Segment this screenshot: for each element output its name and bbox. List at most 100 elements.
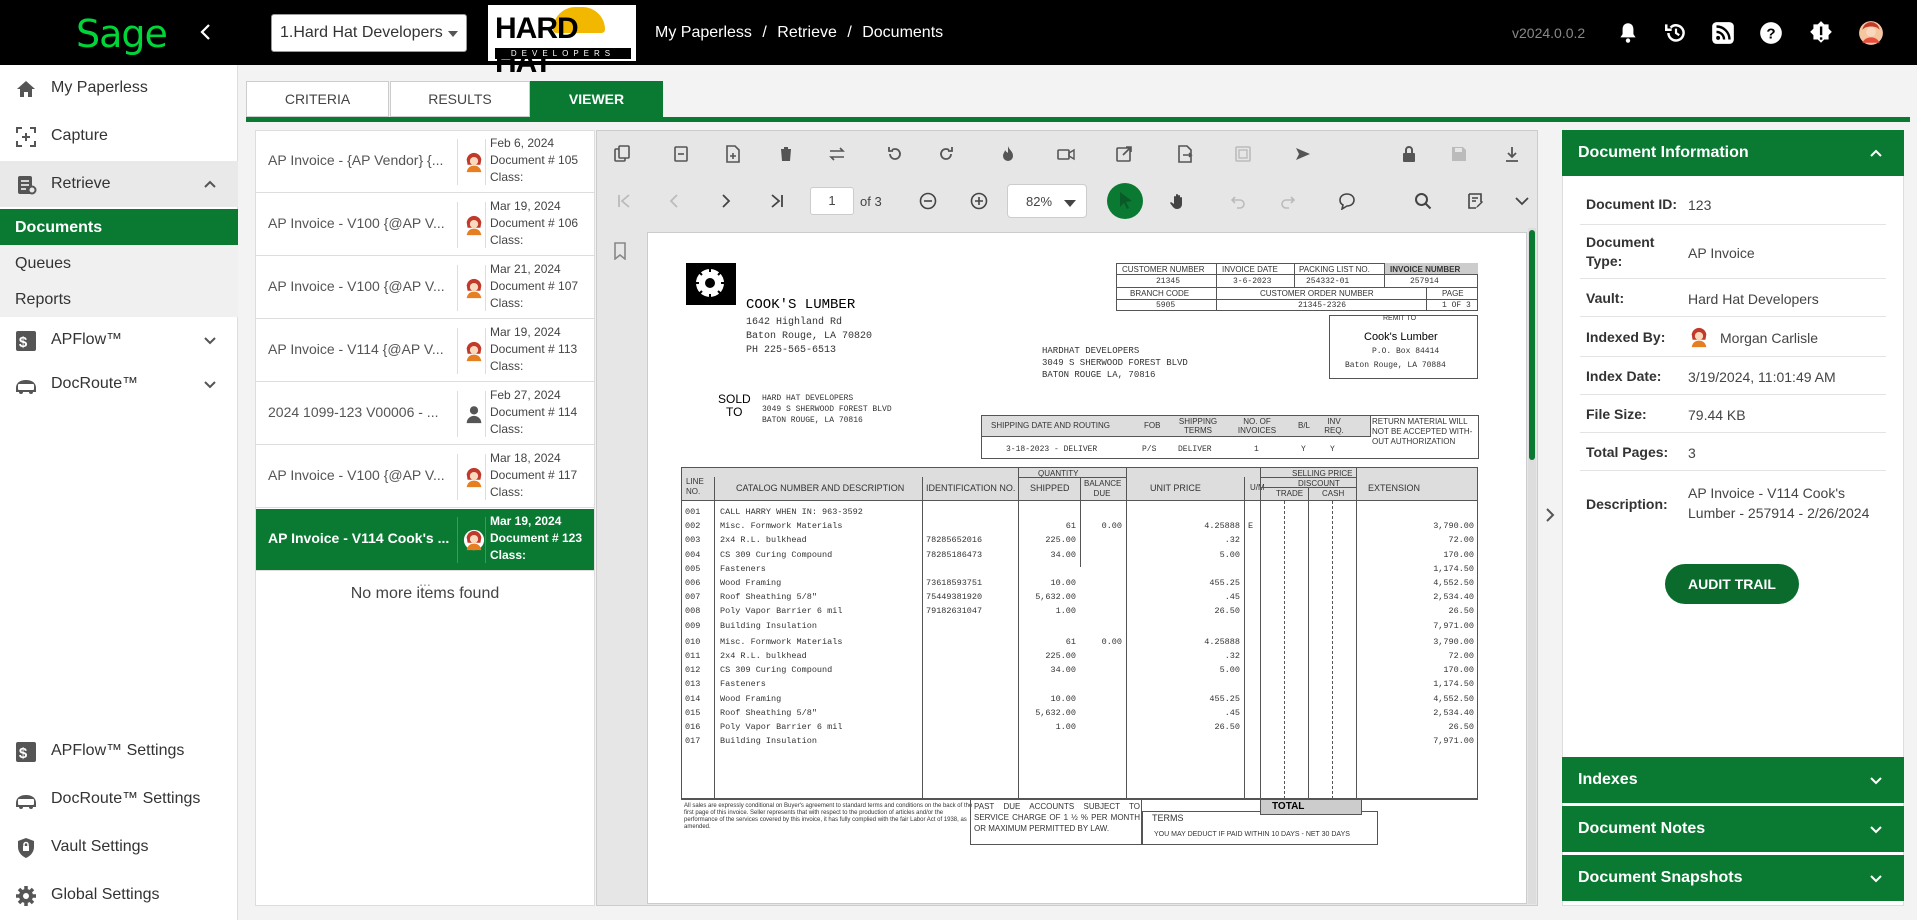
bookmark-icon[interactable]: [612, 242, 628, 260]
info-row-document-type: Document Type: AP Invoice: [1580, 225, 1886, 279]
line-item-cell: 26.50: [1448, 722, 1474, 732]
video-icon[interactable]: [1057, 145, 1075, 163]
sidebar-item-docroute[interactable]: DocRoute™: [0, 361, 238, 407]
delete-icon[interactable]: [777, 145, 795, 163]
sidebar-subitem-documents[interactable]: Documents: [0, 209, 238, 245]
last-page-icon[interactable]: [768, 192, 786, 210]
list-item[interactable]: AP Invoice - V100 {@AP V... Mar 21, 2024…: [256, 257, 594, 319]
sage-logo[interactable]: Sage: [76, 12, 168, 56]
tab-criteria[interactable]: CRITERIA: [246, 81, 389, 117]
open-external-icon[interactable]: [1115, 145, 1133, 163]
prev-page-icon[interactable]: [665, 192, 683, 210]
help-icon[interactable]: ?: [1758, 20, 1784, 46]
rss-icon[interactable]: [1710, 20, 1736, 46]
company-select[interactable]: 1.Hard Hat Developers: [271, 14, 467, 52]
redo-icon[interactable]: [1280, 192, 1298, 210]
document-snapshots-header[interactable]: Document Snapshots: [1562, 855, 1904, 901]
send-icon[interactable]: [1294, 145, 1312, 163]
result-date: Feb 27, 2024: [490, 388, 561, 402]
sidebar-item-vault-settings[interactable]: Vault Settings: [0, 824, 238, 870]
collapse-sidebar-icon[interactable]: [196, 22, 216, 42]
list-item[interactable]: AP Invoice - V114 {@AP V... Mar 19, 2024…: [256, 320, 594, 382]
chevron-up-icon: [1868, 145, 1884, 161]
line-item-cell: 2x4 R.L. bulkhead: [720, 651, 807, 661]
first-page-icon[interactable]: [615, 192, 633, 210]
breadcrumb-retrieve[interactable]: Retrieve: [777, 24, 837, 41]
sidebar-item-retrieve[interactable]: Retrieve: [0, 161, 238, 207]
user-icon: [463, 403, 485, 425]
add-page-icon[interactable]: [724, 145, 742, 163]
sidebar-item-global-settings[interactable]: Global Settings: [0, 872, 238, 918]
breadcrumb-separator: /: [762, 24, 767, 41]
search-icon[interactable]: [1414, 192, 1432, 210]
avatar[interactable]: [1858, 20, 1884, 46]
divider: [485, 517, 486, 563]
divider: [457, 517, 458, 563]
edit-checklist-icon[interactable]: [1466, 192, 1484, 210]
list-item-selected[interactable]: AP Invoice - V114 Cook's ... Mar 19, 202…: [256, 509, 594, 571]
merge-icon[interactable]: [1234, 145, 1252, 163]
next-page-icon[interactable]: [717, 192, 735, 210]
indexes-header[interactable]: Indexes: [1562, 757, 1904, 803]
results-list: AP Invoice - {AP Vendor} {... Feb 6, 202…: [255, 130, 595, 906]
tab-viewer[interactable]: VIEWER: [530, 81, 663, 117]
sidebar-item-docroute-settings[interactable]: DocRoute™ Settings: [0, 776, 238, 822]
info-value: 3/19/2024, 11:01:49 AM: [1688, 369, 1836, 385]
avatar: [463, 277, 485, 299]
link-document-icon[interactable]: [672, 145, 690, 163]
burn-icon[interactable]: [999, 145, 1017, 163]
chevron-down-icon[interactable]: [1513, 192, 1531, 210]
result-meta: Mar 18, 2024 Document # 117 Class:: [490, 450, 577, 501]
alert-icon[interactable]: [1808, 20, 1834, 46]
sidebar-subitem-queues[interactable]: Queues: [0, 245, 238, 281]
avatar: [463, 529, 485, 551]
comment-icon[interactable]: [1338, 192, 1356, 210]
zoom-select[interactable]: 82%: [1007, 184, 1087, 218]
line-item-cell: 006: [685, 578, 701, 588]
info-row-file-size: File Size: 79.44 KB: [1580, 395, 1886, 433]
audit-trail-button[interactable]: AUDIT TRAIL: [1665, 564, 1799, 604]
divider: [457, 265, 458, 311]
page-number-input[interactable]: 1: [810, 187, 854, 215]
viewer-scrollbar[interactable]: [1528, 228, 1536, 904]
copy-icon[interactable]: [613, 145, 631, 163]
line-item-cell: 61: [1065, 636, 1076, 647]
export-page-icon[interactable]: [1176, 145, 1194, 163]
sidebar-subitem-reports[interactable]: Reports: [0, 281, 238, 317]
result-class: Class:: [490, 548, 527, 562]
expand-panel-icon[interactable]: [1542, 505, 1558, 525]
bell-icon[interactable]: [1615, 20, 1641, 46]
scrollbar-thumb[interactable]: [1529, 230, 1535, 460]
line-item-cell: 004: [685, 549, 701, 560]
sidebar-item-apflow[interactable]: $ APFlow™: [0, 317, 238, 363]
document-information-header[interactable]: Document Information: [1562, 130, 1904, 176]
history-icon[interactable]: [1663, 20, 1689, 46]
save-icon[interactable]: [1450, 145, 1468, 163]
result-class: Class:: [490, 170, 524, 184]
rotate-left-icon[interactable]: [886, 145, 904, 163]
sidebar-item-capture[interactable]: Capture: [0, 113, 238, 159]
undo-icon[interactable]: [1228, 192, 1246, 210]
divider: [485, 454, 486, 500]
tab-results[interactable]: RESULTS: [390, 81, 530, 117]
zoom-out-icon[interactable]: [919, 192, 937, 210]
pan-tool-icon[interactable]: [1169, 192, 1187, 210]
list-item[interactable]: AP Invoice - V100 {@AP V... Mar 18, 2024…: [256, 446, 594, 508]
sidebar-item-apflow-settings[interactable]: $ APFlow™ Settings: [0, 728, 238, 774]
lock-icon[interactable]: [1400, 145, 1418, 163]
download-icon[interactable]: [1503, 145, 1521, 163]
divider: [457, 328, 458, 374]
sidebar-item-my-paperless[interactable]: My Paperless: [0, 65, 238, 111]
list-item[interactable]: 2024 1099-123 V00006 - ... Feb 27, 2024 D…: [256, 383, 594, 445]
total-label: TOTAL: [1272, 801, 1305, 812]
list-item[interactable]: AP Invoice - {AP Vendor} {... Feb 6, 202…: [256, 131, 594, 193]
list-item[interactable]: AP Invoice - V100 {@AP V... Mar 19, 2024…: [256, 194, 594, 256]
breadcrumb-separator: /: [847, 24, 852, 41]
zoom-in-icon[interactable]: [970, 192, 988, 210]
breadcrumb-my-paperless[interactable]: My Paperless: [655, 24, 752, 41]
line-item-cell: 75449381920: [926, 592, 983, 603]
select-tool-button[interactable]: [1107, 183, 1143, 219]
rotate-right-icon[interactable]: [937, 145, 955, 163]
swap-icon[interactable]: [828, 145, 846, 163]
document-notes-header[interactable]: Document Notes: [1562, 806, 1904, 852]
